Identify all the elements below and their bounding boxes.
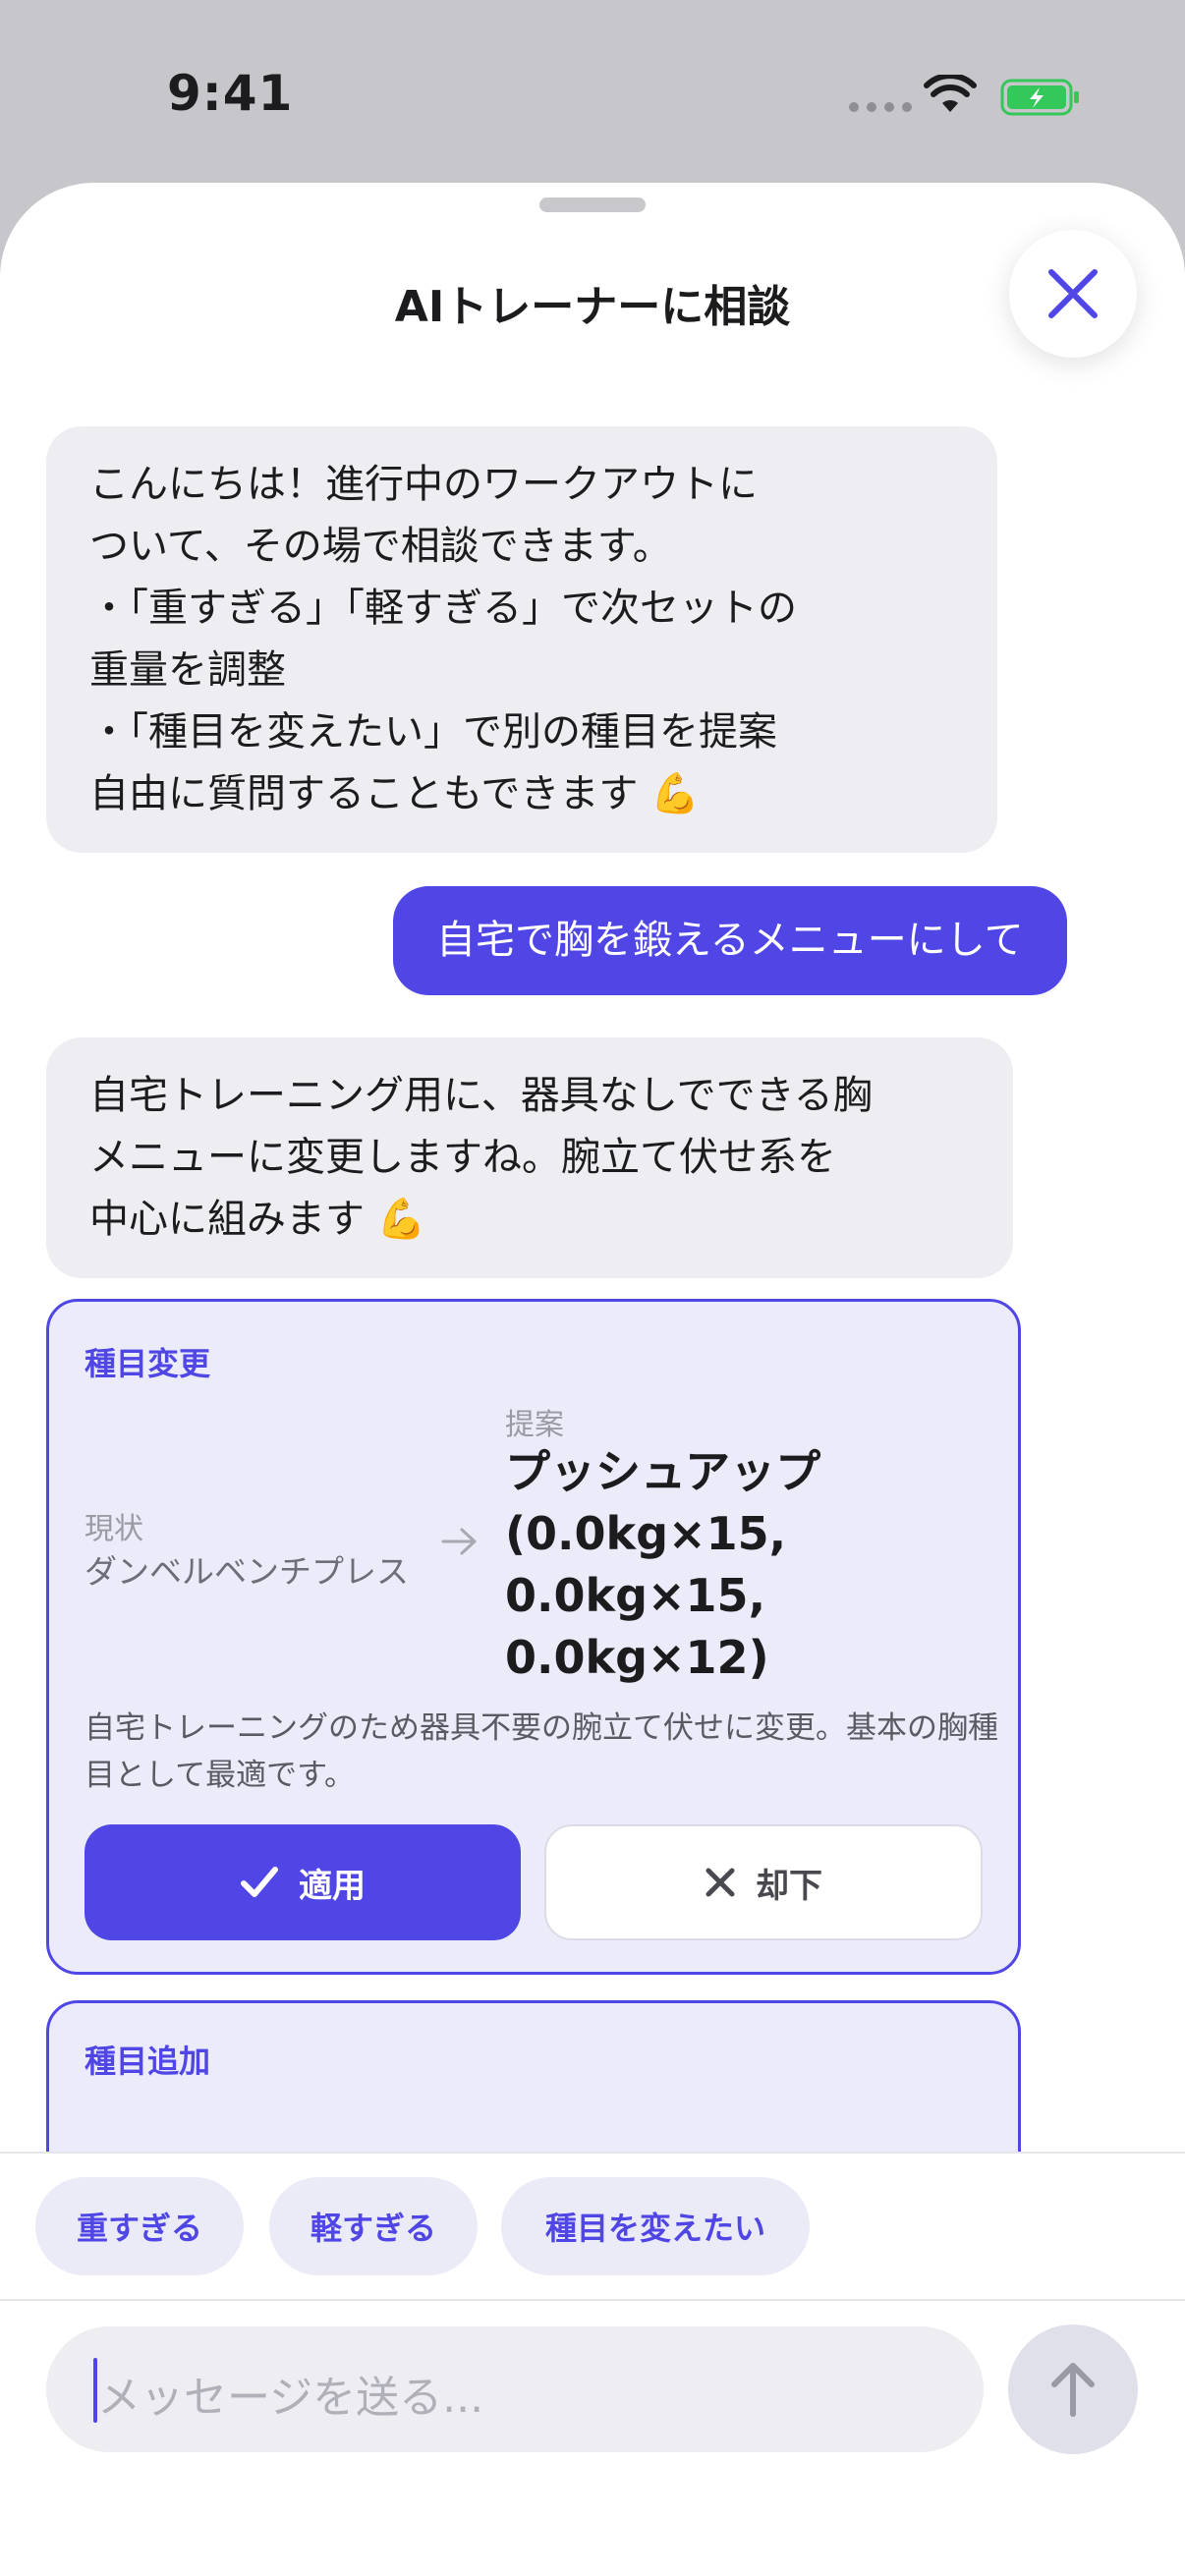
reject-button[interactable]: 却下 <box>544 1824 983 1940</box>
card-label: 種目追加 <box>85 2043 211 2080</box>
quick-reply-change-exercise[interactable]: 種目を変えたい <box>501 2177 810 2275</box>
message-placeholder: メッセージを送る... <box>97 2373 484 2423</box>
current-exercise: ダンベルベンチプレス <box>85 1552 409 1591</box>
apply-button[interactable]: 適用 <box>85 1824 521 1940</box>
message-input[interactable]: メッセージを送る... <box>46 2326 984 2452</box>
close-icon <box>1048 269 1098 318</box>
divider <box>0 2152 1185 2154</box>
checkmark-icon <box>241 1867 278 1897</box>
arrow-up-icon <box>1051 2363 1095 2417</box>
composer-area: 重すぎる 軽すぎる 種目を変えたい メッセージを送る... <box>0 2152 1185 2576</box>
assistant-message: 自宅トレーニング用に、器具なしでできる胸 メニューに変更しますね。腕立て伏せ系を… <box>46 1037 1013 1278</box>
quick-reply-too-light[interactable]: 軽すぎる <box>269 2177 478 2275</box>
exercise-change-card: 種目変更 現状 ダンベルベンチプレス 提案 プッシュアップ (0.0kg×15,… <box>46 1299 1021 1975</box>
status-time: 9:41 <box>167 65 294 122</box>
signal-icon <box>849 102 912 112</box>
proposed-exercise: プッシュアップ (0.0kg×15, 0.0kg×15, 0.0kg×12) <box>505 1445 821 1684</box>
close-icon <box>705 1868 735 1897</box>
user-message: 自宅で胸を鍛えるメニューにして <box>393 886 1067 995</box>
apply-label: 適用 <box>299 1866 366 1906</box>
battery-icon <box>1000 79 1079 116</box>
close-button[interactable] <box>1009 230 1137 358</box>
card-note: 自宅トレーニングのため器具不要の腕立て伏せに変更。基本の胸種目として最適です。 <box>85 1710 998 1793</box>
assistant-message: こんにちは！進行中のワークアウトに ついて、その場で相談できます。 ・「重すぎる… <box>46 426 997 853</box>
quick-reply-too-heavy[interactable]: 重すぎる <box>35 2177 244 2275</box>
proposal-label: 提案 <box>505 1408 564 1442</box>
current-label: 現状 <box>85 1512 143 1546</box>
reject-label: 却下 <box>756 1866 822 1906</box>
sheet-grabber[interactable] <box>539 197 646 212</box>
status-bar: 9:41 <box>0 0 1185 187</box>
divider <box>0 2299 1185 2301</box>
arrow-right-icon <box>441 1528 477 1555</box>
send-button[interactable] <box>1008 2324 1138 2454</box>
card-label: 種目変更 <box>85 1345 211 1382</box>
sheet-title: AIトレーナーに相談 <box>394 282 791 332</box>
wifi-icon <box>924 75 977 112</box>
